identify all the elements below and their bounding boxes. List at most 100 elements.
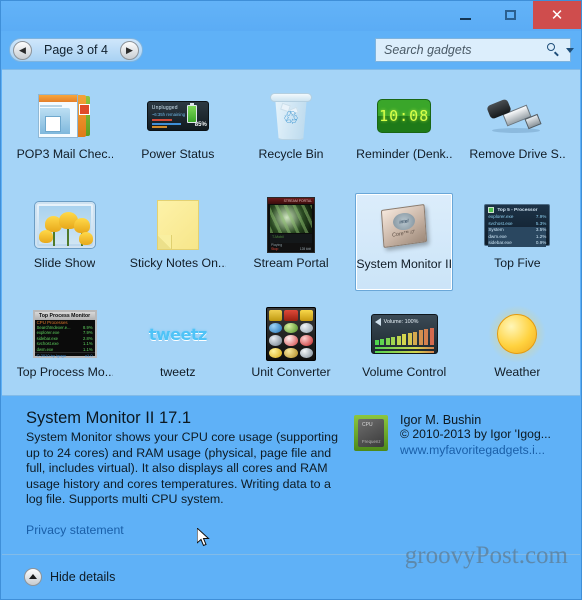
process-name: dwm.exe bbox=[36, 346, 54, 352]
pop3-mail-icon bbox=[36, 92, 94, 140]
stream-portal-icon: STREAM PORTAL T-Mobil Playing Stop 128 k… bbox=[266, 197, 315, 253]
gadget-item-pop3-mail-checker[interactable]: POP3 Mail Chec... bbox=[8, 78, 121, 187]
power-status-title: Unplugged bbox=[151, 105, 178, 111]
unit-converter-icon bbox=[265, 307, 316, 361]
search-box[interactable] bbox=[375, 38, 574, 62]
gadget-item-tweetz[interactable]: tweetz tweetz bbox=[121, 296, 234, 405]
mouse-cursor bbox=[197, 528, 210, 547]
process-pct: 1.1% bbox=[83, 346, 93, 352]
cpu-publisher-icon: CPU Frequenz bbox=[351, 413, 391, 453]
hide-details-label: Hide details bbox=[50, 569, 116, 584]
gadget-item-reminder[interactable]: 10:08 Reminder (Denk... bbox=[348, 78, 461, 187]
gadget-item-sticky-notes[interactable]: Sticky Notes On... bbox=[121, 187, 234, 296]
gadget-item-weather[interactable]: Weather bbox=[461, 296, 574, 405]
maximize-button[interactable] bbox=[488, 1, 533, 29]
gadget-item-volume-control[interactable]: Volume: 100% Volume Control bbox=[348, 296, 461, 405]
gadget-label: Power Status bbox=[141, 148, 215, 161]
privacy-statement-link[interactable]: Privacy statement bbox=[26, 523, 124, 537]
footer: Hide details groovyPost.com bbox=[2, 542, 580, 598]
gadget-label: tweetz bbox=[160, 366, 196, 379]
power-status-icon: Unplugged ~6:35h remaining 85% bbox=[146, 101, 209, 131]
chevron-up-icon bbox=[24, 567, 42, 586]
stream-portal-meta: 128 kbit bbox=[299, 247, 311, 251]
gadget-label: Weather bbox=[494, 366, 541, 379]
reminder-clock-icon: 10:08 bbox=[377, 99, 432, 133]
cpu-chip-icon: intel Core™ i7 bbox=[375, 201, 433, 251]
publisher-icon-top-label: CPU bbox=[362, 422, 373, 428]
publisher-icon-bottom-label: Frequenz bbox=[362, 439, 381, 444]
details-pane: System Monitor II 17.1 System Monitor sh… bbox=[2, 397, 580, 555]
gadget-gallery: POP3 Mail Chec... Unplugged ~6:35h remai… bbox=[2, 69, 580, 396]
watermark: groovyPost.com bbox=[404, 542, 568, 569]
tpm-version: v1.0 bbox=[85, 353, 93, 359]
publisher-info: CPU Frequenz Igor M. Bushin © 2010-2013 … bbox=[351, 409, 566, 555]
gadget-label: Slide Show bbox=[33, 257, 96, 270]
minimize-icon bbox=[460, 17, 471, 20]
stream-portal-title: STREAM PORTAL bbox=[283, 199, 312, 203]
process-pct: 0.9% bbox=[535, 240, 547, 246]
gadget-label: Reminder (Denk... bbox=[356, 148, 453, 161]
gadget-label: Stream Portal bbox=[253, 257, 329, 270]
slide-show-icon bbox=[34, 202, 95, 248]
power-status-remaining: ~6:35h remaining bbox=[151, 112, 186, 117]
gadget-label: Sticky Notes On... bbox=[129, 257, 226, 270]
gadget-title: System Monitor II 17.1 bbox=[26, 409, 192, 427]
gadget-item-top-process-monitor[interactable]: Top Process Monitor CPU Processes Search… bbox=[8, 296, 121, 405]
gadget-item-unit-converter[interactable]: Unit Converter bbox=[234, 296, 347, 405]
previous-page-button[interactable]: ◀ bbox=[13, 40, 32, 60]
sticky-note-icon bbox=[156, 200, 199, 250]
reminder-time: 10:08 bbox=[379, 107, 430, 125]
gadget-item-remove-drive-safely[interactable]: Remove Drive S... bbox=[461, 78, 574, 187]
details-left: System Monitor II 17.1 System Monitor sh… bbox=[26, 409, 351, 555]
chevron-left-icon: ◀ bbox=[19, 44, 26, 55]
gadget-item-slide-show[interactable]: Slide Show bbox=[8, 187, 121, 296]
gadget-label: POP3 Mail Chec... bbox=[16, 148, 113, 161]
gadget-item-top-five[interactable]: Top 5 - Processor explorer.exe 7.9% svcho… bbox=[461, 187, 574, 296]
toolbar: ◀ Page 3 of 4 ▶ bbox=[1, 31, 581, 69]
desktop-gadgets-window: ✕ ◀ Page 3 of 4 ▶ Search gadgets POP3 Ma… bbox=[0, 0, 582, 600]
top-five-icon: Top 5 - Processor explorer.exe 7.9% svcho… bbox=[484, 204, 551, 247]
title-bar: ✕ bbox=[1, 1, 581, 31]
publisher-name: Igor M. Bushin bbox=[400, 413, 482, 427]
window-controls: ✕ bbox=[443, 1, 581, 29]
top-five-title: Top 5 - Processor bbox=[497, 207, 538, 213]
publisher-website-link[interactable]: www.myfavoritegadgets.i... bbox=[400, 443, 545, 457]
gadget-label: Unit Converter bbox=[251, 366, 331, 379]
pager: ◀ Page 3 of 4 ▶ bbox=[9, 38, 143, 62]
gadget-label: Volume Control bbox=[362, 366, 447, 379]
process-name: sidebar.exe bbox=[488, 240, 512, 246]
power-status-percent: 85% bbox=[194, 122, 207, 128]
search-input[interactable] bbox=[384, 43, 547, 57]
gadget-item-system-monitor-ii[interactable]: intel Core™ i7 System Monitor II bbox=[348, 187, 461, 296]
page-indicator: Page 3 of 4 bbox=[44, 43, 108, 57]
gadget-label: Top Five bbox=[494, 257, 541, 270]
gadget-label: Top Process Mo... bbox=[16, 366, 113, 379]
chevron-down-icon[interactable] bbox=[566, 47, 574, 53]
close-button[interactable]: ✕ bbox=[533, 1, 581, 29]
hide-details-button[interactable]: Hide details bbox=[24, 567, 116, 586]
publisher-copyright: © 2010-2013 by Igor 'Igog... bbox=[400, 427, 551, 441]
gadget-label: Remove Drive S... bbox=[469, 148, 566, 161]
publisher-text: Igor M. Bushin © 2010-2013 by Igor 'Igog… bbox=[400, 413, 551, 555]
gadget-item-recycle-bin[interactable]: ♲ Recycle Bin bbox=[234, 78, 347, 187]
tweetz-icon: tweetz bbox=[145, 321, 211, 347]
weather-sun-icon bbox=[488, 305, 547, 363]
search-icon[interactable] bbox=[547, 43, 561, 57]
volume-control-icon: Volume: 100% bbox=[370, 314, 438, 354]
gadget-description: System Monitor shows your CPU core usage… bbox=[26, 430, 338, 506]
gadget-item-stream-portal[interactable]: STREAM PORTAL T-Mobil Playing Stop 128 k… bbox=[234, 187, 347, 296]
stream-portal-now: Stop bbox=[270, 247, 279, 251]
stream-portal-station: T-Mobil bbox=[271, 235, 284, 239]
maximize-icon bbox=[505, 10, 516, 20]
chevron-right-icon: ▶ bbox=[125, 44, 133, 55]
recycle-bin-icon: ♲ bbox=[267, 90, 315, 142]
minimize-button[interactable] bbox=[443, 1, 488, 29]
usb-drive-icon bbox=[486, 96, 548, 136]
gadget-grid: POP3 Mail Chec... Unplugged ~6:35h remai… bbox=[8, 78, 574, 405]
cpu-brand: intel bbox=[399, 217, 410, 226]
volume-title: Volume: 100% bbox=[383, 319, 419, 325]
top-process-monitor-icon: Top Process Monitor CPU Processes Search… bbox=[32, 310, 97, 359]
gadget-item-power-status[interactable]: Unplugged ~6:35h remaining 85% Power Sta… bbox=[121, 78, 234, 187]
next-page-button[interactable]: ▶ bbox=[119, 40, 139, 60]
tpm-copyright: © 2010 by Igogo bbox=[36, 353, 67, 359]
